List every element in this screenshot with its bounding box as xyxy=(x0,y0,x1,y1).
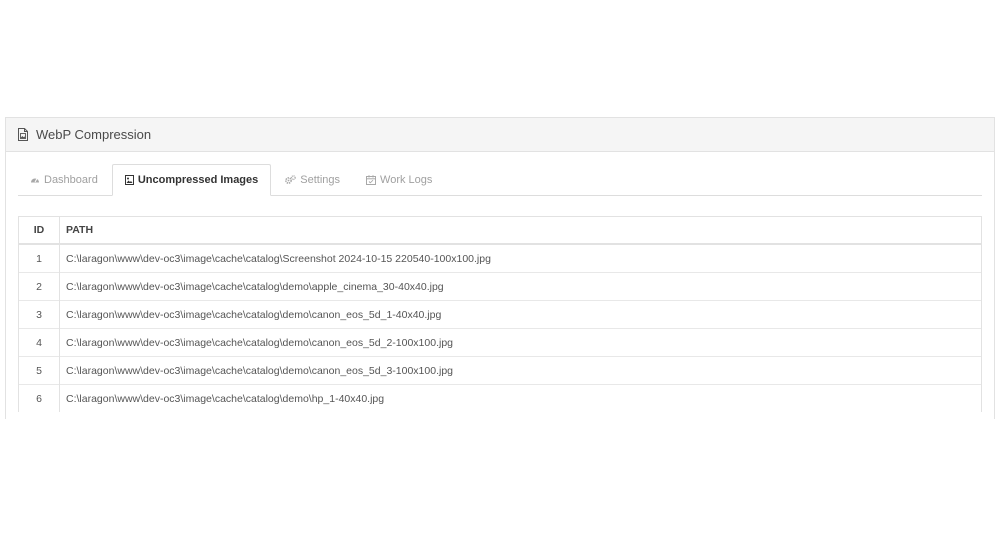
panel-title: WebP Compression xyxy=(36,127,152,142)
uncompressed-images-table-wrap: ID PATH 1 C:\laragon\www\dev-oc3\image\c… xyxy=(18,216,982,412)
calendar-icon xyxy=(366,174,377,185)
tab-work-logs[interactable]: Work Logs xyxy=(354,164,444,195)
image-icon xyxy=(124,175,134,185)
table-row: 6 C:\laragon\www\dev-oc3\image\cache\cat… xyxy=(19,384,981,412)
gears-icon xyxy=(285,175,297,184)
row-path-cell: C:\laragon\www\dev-oc3\image\cache\catal… xyxy=(59,384,981,412)
row-id-cell: 5 xyxy=(19,356,60,385)
table-row: 3 C:\laragon\www\dev-oc3\image\cache\cat… xyxy=(19,300,981,329)
webp-compression-panel: WebP Compression Dashboard Uncompressed … xyxy=(5,117,995,419)
uncompressed-images-table: ID PATH 1 C:\laragon\www\dev-oc3\image\c… xyxy=(19,217,981,412)
row-path-cell: C:\laragon\www\dev-oc3\image\cache\catal… xyxy=(59,356,981,385)
table-row: 5 C:\laragon\www\dev-oc3\image\cache\cat… xyxy=(19,356,981,385)
row-path-cell: C:\laragon\www\dev-oc3\image\cache\catal… xyxy=(59,328,981,357)
panel-body: Dashboard Uncompressed Images Settings W… xyxy=(6,152,994,412)
tab-dashboard[interactable]: Dashboard xyxy=(18,164,110,195)
table-header-row: ID PATH xyxy=(19,217,981,245)
panel-heading: WebP Compression xyxy=(6,118,994,152)
row-path-cell: C:\laragon\www\dev-oc3\image\cache\catal… xyxy=(59,243,981,273)
tab-settings-label: Settings xyxy=(300,173,341,186)
dashboard-icon xyxy=(30,175,40,184)
tab-uncompressed-images[interactable]: Uncompressed Images xyxy=(111,164,272,196)
row-id-cell: 2 xyxy=(19,272,60,301)
row-id-cell: 6 xyxy=(19,384,60,412)
tab-work-logs-label: Work Logs xyxy=(380,173,433,186)
tab-uncompressed-images-label: Uncompressed Images xyxy=(137,174,259,186)
row-id-cell: 3 xyxy=(19,300,60,329)
row-id-cell: 1 xyxy=(19,243,60,273)
table-row: 4 C:\laragon\www\dev-oc3\image\cache\cat… xyxy=(19,328,981,357)
row-path-cell: C:\laragon\www\dev-oc3\image\cache\catal… xyxy=(59,272,981,301)
row-path-cell: C:\laragon\www\dev-oc3\image\cache\catal… xyxy=(59,300,981,329)
path-column-header: PATH xyxy=(59,217,981,245)
id-column-header: ID xyxy=(19,217,60,245)
row-id-cell: 4 xyxy=(19,328,60,357)
table-row: 1 C:\laragon\www\dev-oc3\image\cache\cat… xyxy=(19,243,981,273)
table-row: 2 C:\laragon\www\dev-oc3\image\cache\cat… xyxy=(19,272,981,301)
viewport: WebP Compression Dashboard Uncompressed … xyxy=(0,0,1000,535)
file-image-icon xyxy=(17,128,29,141)
tab-settings[interactable]: Settings xyxy=(273,164,352,195)
tab-bar: Dashboard Uncompressed Images Settings W… xyxy=(18,163,982,196)
tab-dashboard-label: Dashboard xyxy=(44,173,98,186)
